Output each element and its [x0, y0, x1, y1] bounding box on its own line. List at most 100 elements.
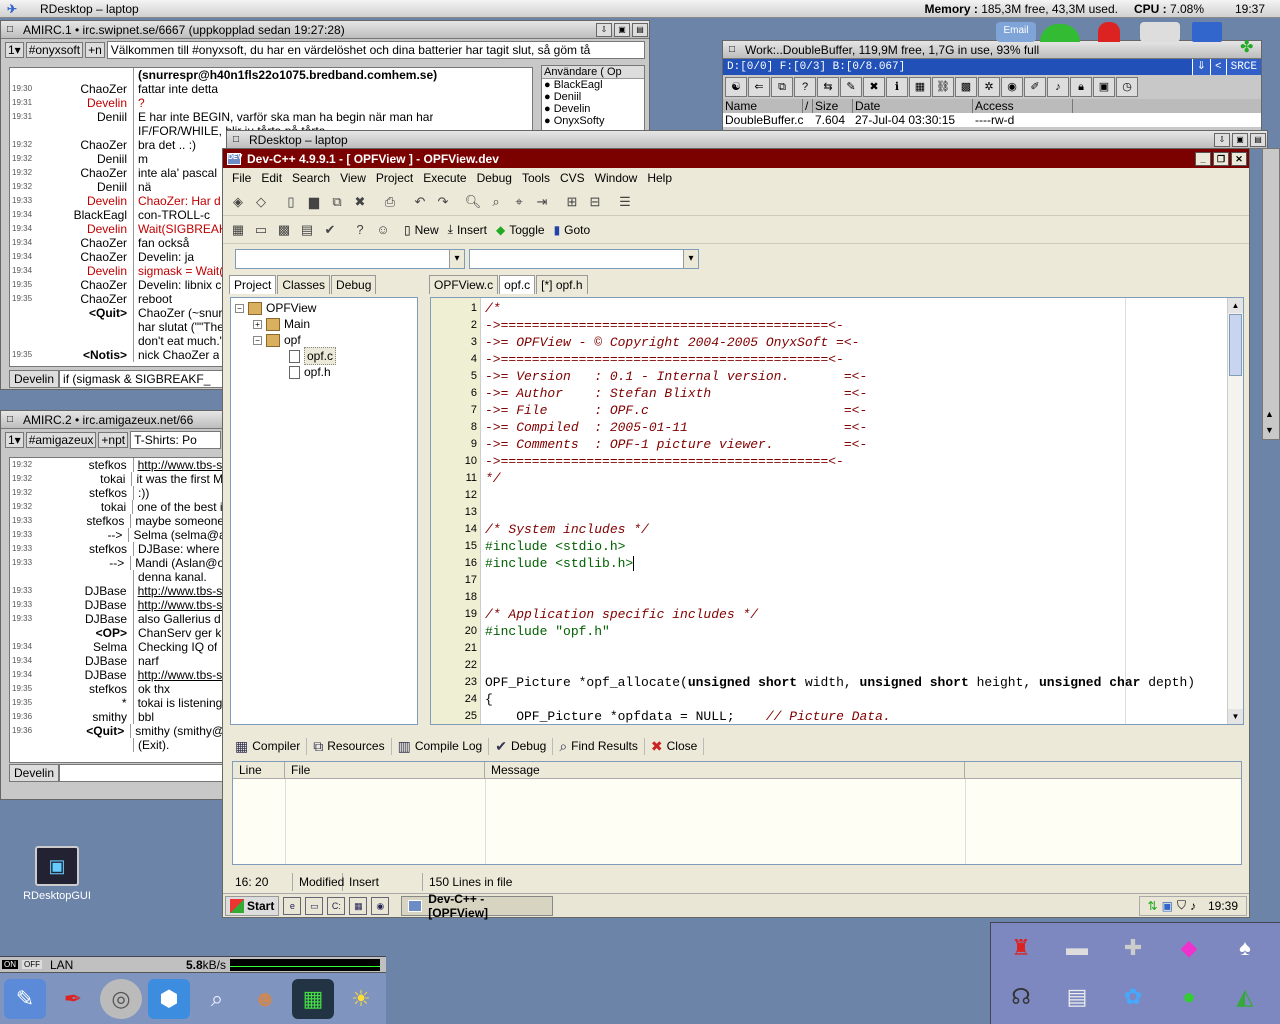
chat-nick[interactable]: stefkos [34, 458, 134, 472]
face-icon[interactable]: ☻ [244, 979, 286, 1019]
print-icon[interactable]: ⎙ [379, 191, 401, 213]
chat-nick[interactable]: ChaoZer [34, 250, 134, 264]
archive-icon[interactable]: ▦ [909, 77, 931, 97]
mario-icon[interactable]: ♜ [995, 927, 1047, 969]
chat-nick[interactable]: <Quit> [34, 306, 134, 320]
cube-icon[interactable]: ⬢ [148, 979, 190, 1019]
triangle-icon[interactable]: ◭ [1219, 976, 1271, 1018]
cards-icon[interactable]: ♠ [1219, 927, 1271, 969]
user-list-item[interactable]: ● Deniil [542, 91, 644, 103]
green-orb-icon[interactable]: ● [1163, 976, 1215, 1018]
goto-bookmark-button[interactable]: ▮ Goto [552, 219, 597, 241]
chat-nick[interactable]: Deniil [34, 110, 134, 124]
help-icon[interactable]: ? [794, 77, 816, 97]
bug-icon[interactable]: ✲ [978, 77, 1000, 97]
channel-topic[interactable]: T-Shirts: Po [130, 431, 221, 449]
off-toggle[interactable]: OFF [22, 960, 42, 969]
find-icon[interactable]: 🔍︎ [462, 191, 484, 213]
col-file[interactable]: File [285, 762, 485, 778]
magnifier-icon[interactable]: ⌕ [196, 979, 238, 1019]
drive-icon[interactable]: ▬ [1051, 927, 1103, 969]
code-editor[interactable]: 1 /* 2 ->==================================… [430, 297, 1244, 725]
close-gadget-icon[interactable]: □ [227, 134, 245, 145]
scroll-up-icon[interactable]: ▲ [1228, 298, 1243, 313]
collapse-icon[interactable]: − [253, 335, 262, 345]
disk-icon[interactable]: ◎ [100, 979, 142, 1019]
tab-resources[interactable]: ⧉ Resources [307, 737, 392, 755]
folder-icon[interactable]: ▭ [305, 896, 324, 915]
goto-line-icon[interactable]: ⇥ [531, 191, 553, 213]
project-options-icon[interactable]: ☰ [614, 191, 636, 213]
code-line[interactable]: ->= Comments : OPF-1 picture viewer. =<- [485, 436, 867, 453]
channel-menu-button[interactable]: 1▾ [5, 432, 24, 448]
tree-node-opf-c[interactable]: opf.c [289, 347, 337, 365]
col-line[interactable]: Line [233, 762, 285, 778]
lock-icon[interactable]: 🔒︎ [1070, 77, 1092, 97]
code-line[interactable]: ->======================================… [485, 317, 844, 334]
chat-nick[interactable]: --> [33, 528, 130, 542]
editor-vertical-scrollbar[interactable]: ▲ ▼ [1227, 298, 1243, 724]
dopus-titlebar[interactable]: □ Work:..DoubleBuffer, 119,9M free, 1,7G… [723, 41, 1261, 59]
tab-compiler[interactable]: ▦ Compiler [229, 737, 308, 755]
chat-nick[interactable]: ChaoZer [34, 82, 134, 96]
code-line[interactable]: */ [485, 470, 501, 487]
chat-nick[interactable]: tokai [34, 472, 133, 486]
code-line[interactable]: #include <stdio.h> [485, 538, 625, 555]
minimize-button[interactable]: _ [1195, 151, 1211, 166]
chat-nick[interactable]: DJBase [34, 584, 134, 598]
compile-icon[interactable]: ▦ [227, 219, 249, 241]
start-button[interactable]: Start [225, 895, 280, 916]
code-line[interactable]: ->= Version : 0.1 - Internal version. =<… [485, 368, 867, 385]
chat-nick[interactable] [34, 334, 134, 348]
butterfly-icon[interactable]: ✿ [1107, 976, 1159, 1018]
chat-nick[interactable]: ChaoZer [34, 236, 134, 250]
irc2-titlebar[interactable]: □ AMIRC.2 • irc.amigazeux.net/66 [1, 411, 225, 429]
tab-opf-h[interactable]: [*] opf.h [536, 275, 588, 294]
terminal-icon[interactable]: ▦ [292, 979, 334, 1019]
toggle-bookmark-button[interactable]: ◆ Toggle [494, 219, 551, 241]
menu-tools[interactable]: Tools [517, 171, 555, 185]
chat-nick[interactable]: Deniil [34, 152, 134, 166]
channel-name[interactable]: #onyxsoft [25, 42, 84, 58]
chat-link[interactable]: http://www.tbs-s [134, 458, 222, 472]
new-button[interactable]: ▯ New [402, 219, 445, 241]
about-icon[interactable]: ☺ [372, 219, 394, 241]
code-line[interactable]: OPF_Picture *opf_allocate(unsigned short… [485, 674, 1195, 691]
tree-node-root[interactable]: − OPFView [235, 300, 316, 316]
menu-debug[interactable]: Debug [472, 171, 517, 185]
chat-link[interactable]: http://www.tbs-s [134, 668, 222, 682]
gamepad-icon[interactable]: ✚ [1107, 927, 1159, 969]
irc2-message-input[interactable] [59, 764, 223, 782]
save-icon[interactable]: ▣ [1093, 77, 1115, 97]
code-line[interactable]: ->======================================… [485, 351, 844, 368]
tab-close[interactable]: ✖ Close [645, 737, 705, 755]
new-project-icon[interactable]: ◈ [227, 191, 249, 213]
move-icon[interactable]: ⇆ [817, 77, 839, 97]
chat-nick[interactable]: Develin [34, 264, 134, 278]
chat-nick[interactable]: Develin [34, 222, 134, 236]
zoom-gadget-icon[interactable]: ▣ [614, 22, 630, 37]
yinyang-icon[interactable]: ☯ [725, 77, 747, 97]
chat-nick[interactable] [34, 68, 134, 82]
irc2-chat-log[interactable]: 19:32 stefkos http://www.tbs-s 19:32 tokai it… [9, 457, 223, 763]
depth-gadget-icon[interactable]: ▤ [632, 22, 648, 37]
new-file-icon[interactable]: ▯ [280, 191, 302, 213]
shield-tray-icon[interactable]: ⛉ [1177, 898, 1186, 913]
diamond-puzzle-icon[interactable]: ◆ [1163, 927, 1215, 969]
code-line[interactable]: ->= File : OPF.c =<- [485, 402, 867, 419]
collapse-icon[interactable]: − [235, 303, 244, 313]
chat-nick[interactable] [34, 570, 134, 584]
menu-edit[interactable]: Edit [256, 171, 287, 185]
user-list-item[interactable]: ● Develin [542, 103, 644, 115]
sun-icon[interactable]: ☀ [340, 979, 382, 1019]
expand-icon[interactable]: + [253, 319, 262, 329]
firefox-icon[interactable]: ◉ [371, 896, 390, 915]
open-file-icon[interactable]: ▆ [303, 191, 325, 213]
chat-nick[interactable]: smithy [34, 710, 134, 724]
link-icon[interactable]: ⛓ [932, 77, 954, 97]
tab-opfview-c[interactable]: OPFView.c [429, 275, 499, 294]
chat-nick[interactable]: --> [33, 556, 132, 570]
tree-node-opf[interactable]: − opf [253, 332, 301, 348]
tree-node-main[interactable]: + Main [253, 316, 310, 332]
dopus-file-row[interactable]: DoubleBuffer.c 7.604 27-Jul-04 03:30:15 … [723, 113, 1261, 127]
